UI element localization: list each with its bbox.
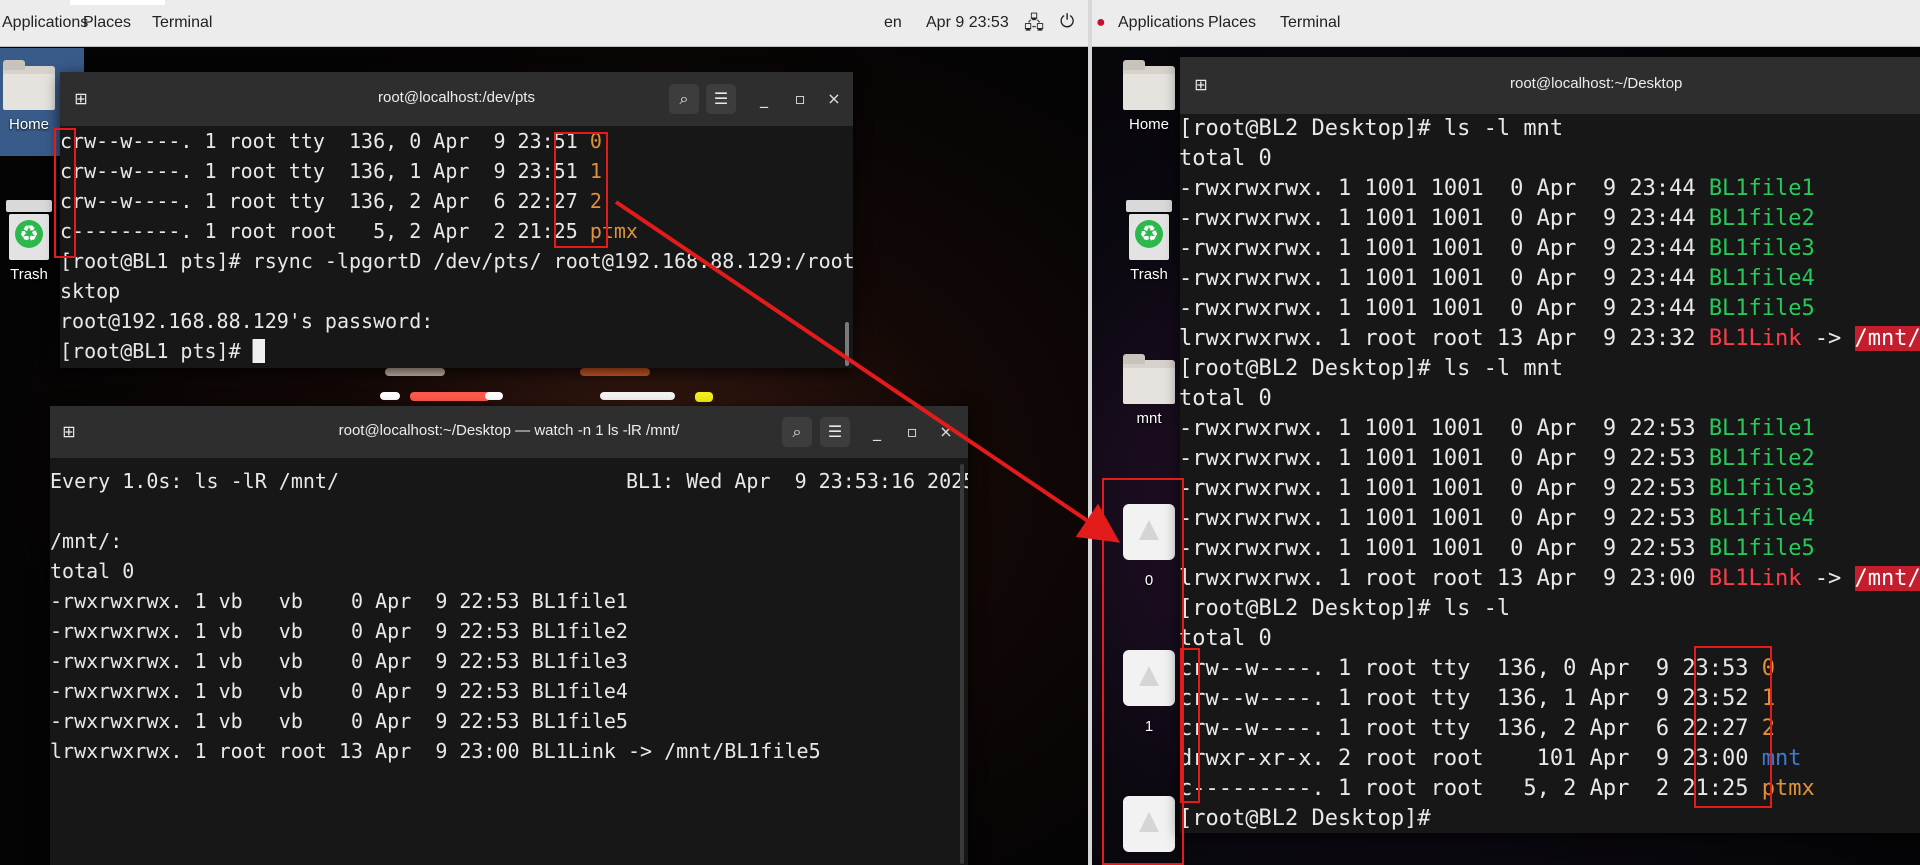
annotation-arrow (614, 200, 1120, 543)
